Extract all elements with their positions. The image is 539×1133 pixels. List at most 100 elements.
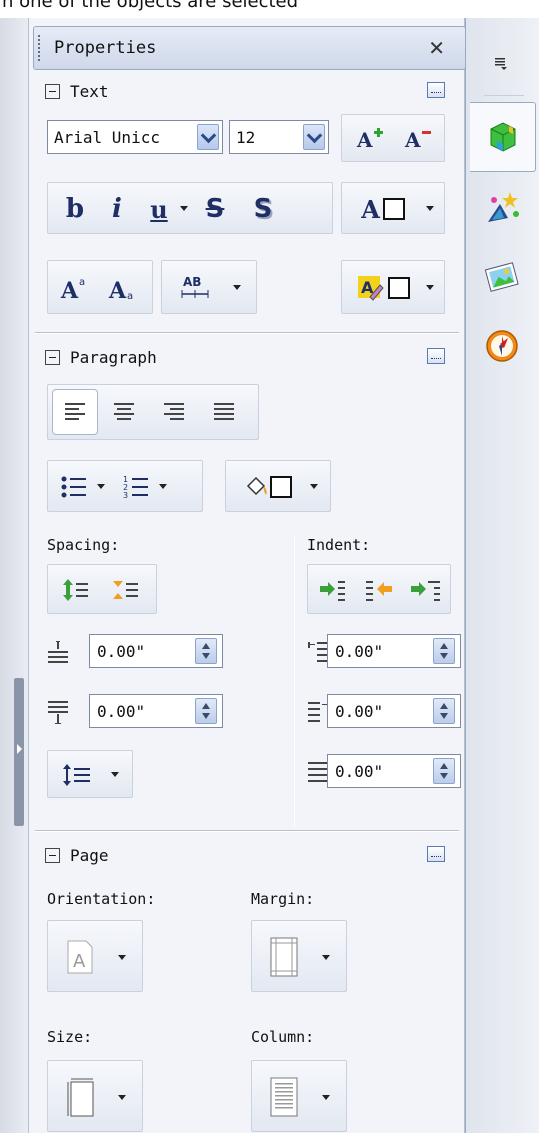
indent-label: Indent: xyxy=(307,536,371,554)
spacing-before-input[interactable]: 0.00" xyxy=(89,634,223,668)
character-spacing-button[interactable]: AB xyxy=(170,270,220,306)
shadow-button[interactable]: S xyxy=(244,191,282,227)
chevron-down-icon[interactable] xyxy=(118,955,126,960)
paragraph-fill-button[interactable] xyxy=(232,469,302,505)
underline-label: u xyxy=(150,194,168,224)
chevron-down-icon[interactable] xyxy=(118,1095,126,1100)
font-name-combobox[interactable]: Arial Unicc xyxy=(47,120,223,154)
indent-right-input[interactable]: 0.00" xyxy=(327,694,461,728)
highlight-color-dropdown[interactable] xyxy=(420,270,440,306)
properties-panel: Properties ✕ Text Arial Unicc 12 A A b i… xyxy=(28,18,466,1133)
section-options-icon[interactable] xyxy=(427,846,445,862)
tab-navigator[interactable] xyxy=(474,316,530,376)
collapse-toggle-icon[interactable] xyxy=(45,847,60,863)
chevron-down-icon[interactable] xyxy=(303,124,325,150)
margin-button[interactable] xyxy=(251,920,347,992)
section-options-icon[interactable] xyxy=(427,348,445,364)
bullets-dropdown[interactable] xyxy=(92,469,110,505)
subscript-icon: Aa xyxy=(108,278,133,302)
font-color-dropdown[interactable] xyxy=(420,191,440,227)
list-group: 123 xyxy=(47,460,203,512)
grow-font-button[interactable]: A xyxy=(348,121,392,157)
line-spacing-dropdown[interactable] xyxy=(104,757,126,793)
decrease-spacing-button[interactable] xyxy=(106,572,146,608)
increase-spacing-button[interactable] xyxy=(56,572,96,608)
page-section-header[interactable]: Page xyxy=(45,844,109,866)
subscript-button[interactable]: Aa xyxy=(102,270,146,306)
spacing-before-value: 0.00" xyxy=(97,641,146,661)
superscript-icon: Aa xyxy=(60,277,85,302)
underline-button[interactable]: u xyxy=(142,191,176,227)
page-orientation-icon: A xyxy=(67,940,93,974)
highlight-color-button[interactable]: A xyxy=(348,270,418,306)
svg-text:A: A xyxy=(404,128,421,151)
decrease-spacing-icon xyxy=(113,581,138,599)
chevron-down-icon[interactable] xyxy=(197,124,219,150)
align-left-button[interactable] xyxy=(52,389,98,435)
spacing-after-input[interactable]: 0.00" xyxy=(89,694,223,728)
collapse-toggle-icon[interactable] xyxy=(45,349,60,365)
indent-left-input[interactable]: 0.00" xyxy=(327,634,461,668)
first-line-indent-button[interactable] xyxy=(404,572,448,608)
underline-options-dropdown[interactable] xyxy=(176,191,192,227)
tab-animation[interactable] xyxy=(474,178,530,238)
bullets-button[interactable] xyxy=(56,469,92,505)
collapse-panel-handle[interactable] xyxy=(14,678,24,826)
align-center-button[interactable] xyxy=(102,391,146,433)
spin-arrows-icon[interactable] xyxy=(433,758,455,784)
spin-arrows-icon[interactable] xyxy=(195,698,217,724)
chevron-down-icon[interactable] xyxy=(322,1095,330,1100)
alignment-group xyxy=(47,384,259,440)
superscript-button[interactable]: Aa xyxy=(54,270,98,306)
section-options-icon[interactable] xyxy=(427,82,445,98)
font-color-button[interactable]: A xyxy=(348,191,418,227)
tab-objects[interactable] xyxy=(470,102,536,172)
text-section-header[interactable]: Text xyxy=(45,80,109,102)
column-label-text: Column: xyxy=(251,1028,315,1046)
italic-label: i xyxy=(112,194,122,224)
numbering-dropdown[interactable] xyxy=(154,469,172,505)
increase-indent-button[interactable] xyxy=(312,572,354,608)
paragraph-section-header[interactable]: Paragraph xyxy=(45,346,157,368)
increase-indent-icon xyxy=(320,581,345,601)
numbering-button[interactable]: 123 xyxy=(118,469,154,505)
tab-clip-art[interactable] xyxy=(474,248,530,308)
drag-grip-icon[interactable] xyxy=(38,35,41,61)
collapse-toggle-icon[interactable] xyxy=(45,83,60,99)
columns-button[interactable] xyxy=(251,1060,347,1132)
italic-button[interactable]: i xyxy=(100,191,134,227)
spin-arrows-icon[interactable] xyxy=(195,638,217,664)
strikethrough-button[interactable]: S xyxy=(196,191,234,227)
indent-first-line-input[interactable]: 0.00" xyxy=(327,754,461,788)
decrease-indent-button[interactable] xyxy=(358,572,400,608)
justify-button[interactable] xyxy=(202,391,246,433)
panel-titlebar[interactable]: Properties ✕ xyxy=(33,26,466,70)
chevron-down-icon[interactable] xyxy=(322,955,330,960)
bullet-list-icon xyxy=(61,476,86,498)
left-docking-strip xyxy=(0,18,28,1133)
paint-bucket-icon xyxy=(246,476,267,496)
chevron-down-icon xyxy=(426,285,434,290)
shrink-font-button[interactable]: A xyxy=(396,121,440,157)
chevron-down-icon xyxy=(426,206,434,211)
grow-font-icon: A xyxy=(356,128,383,151)
line-spacing-button[interactable] xyxy=(54,757,100,793)
spin-arrows-icon[interactable] xyxy=(433,638,455,664)
paragraph-fill-dropdown[interactable] xyxy=(304,469,324,505)
page-size-button[interactable] xyxy=(47,1060,143,1132)
page-section: Page Orientation: Margin: A Size: Column… xyxy=(35,834,459,1133)
character-spacing-dropdown[interactable] xyxy=(226,270,248,306)
spacing-before-icon xyxy=(48,641,68,663)
font-size-combobox[interactable]: 12 xyxy=(229,120,329,154)
paragraph-section: Paragraph 123 Spacing: Indent: 0.00" 0.0… xyxy=(35,336,461,826)
close-icon[interactable]: ✕ xyxy=(428,36,445,60)
align-right-button[interactable] xyxy=(152,391,196,433)
sidebar-options-button[interactable] xyxy=(484,34,520,94)
bold-button[interactable]: b xyxy=(58,191,92,227)
spin-arrows-icon[interactable] xyxy=(433,698,455,724)
shrink-font-icon: A xyxy=(404,128,431,151)
chevron-down-icon xyxy=(233,285,241,290)
numbered-list-icon: 123 xyxy=(123,475,148,500)
align-center-icon xyxy=(114,403,134,420)
orientation-button[interactable]: A xyxy=(47,920,143,992)
